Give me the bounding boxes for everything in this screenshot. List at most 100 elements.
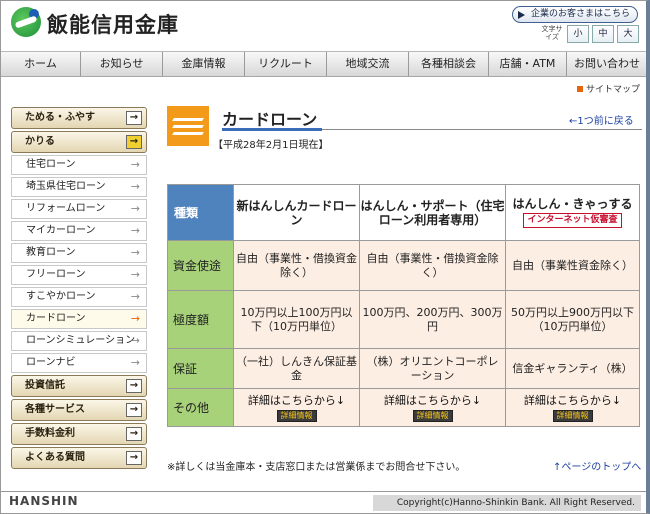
product-name: はんしん・サポート（住宅ローン利用者専用） <box>360 198 505 227</box>
bank-name[interactable]: 飯能信用金庫 <box>47 9 179 39</box>
sidebar-item-save[interactable]: ためる・ふやす → <box>11 107 147 129</box>
sidebar-item-label: 教育ローン <box>26 247 76 258</box>
detail-link-label: 詳細はこちらから <box>523 393 612 407</box>
arrow-right-icon: → <box>126 403 142 417</box>
page-top-label: ページのトップへ <box>561 462 642 473</box>
sidebar-item-label: フリーローン <box>26 269 86 280</box>
sidebar-item-fees-rates[interactable]: 手数料金利 → <box>11 423 147 445</box>
nav-consultation[interactable]: 各種相談会 <box>409 52 489 76</box>
arrow-right-icon: → <box>126 379 142 393</box>
footnote: ※詳しくは当金庫本・支店窓口または営業係までお問合せ下さい。 <box>167 462 466 473</box>
sidebar-item-loan-navi[interactable]: ローンナビ → <box>11 353 147 373</box>
detail-link[interactable]: 詳細はこちらから↓ <box>248 394 345 407</box>
font-size-small-button[interactable]: 小 <box>567 25 589 43</box>
back-link[interactable]: ←1つ前に戻る <box>569 112 634 127</box>
font-size-label: 文字サイズ <box>541 25 563 41</box>
nav-bank-info[interactable]: 金庫情報 <box>163 52 245 76</box>
font-size-large-button[interactable]: 大 <box>617 25 639 43</box>
sidebar-item-label: 埼玉県住宅ローン <box>26 181 106 192</box>
arrow-right-icon: → <box>126 111 142 125</box>
sidebar-item-label: ローンシミュレーション <box>26 335 136 346</box>
table-row: 保証 （一社）しんきん保証基金 （株）オリエントコーポレーション 信金ギャランテ… <box>167 348 640 389</box>
bank-logo-icon[interactable] <box>11 7 41 37</box>
card-stack-icon <box>167 106 209 146</box>
sidebar-item-sukoyaka-loan[interactable]: すこやかローン → <box>11 287 147 307</box>
site-header: 飯能信用金庫 企業のお客さまはこちら 文字サイズ 小 中 大 <box>1 1 646 51</box>
detail-link-label: 詳細はこちらから <box>383 393 472 407</box>
sidebar-item-saitama-housing-loan[interactable]: 埼玉県住宅ローン → <box>11 177 147 197</box>
nav-community[interactable]: 地域交流 <box>327 52 409 76</box>
sidebar-item-label: すこやかローン <box>26 291 96 302</box>
detail-link[interactable]: 詳細はこちらから↓ <box>384 394 481 407</box>
detail-info-badge[interactable]: 詳細情報 <box>552 409 593 422</box>
sidebar-item-investment-trust[interactable]: 投資信託 → <box>11 375 147 397</box>
product-header: 新はんしんカードローン <box>233 184 360 241</box>
product-header: はんしん・サポート（住宅ローン利用者専用） <box>359 184 506 241</box>
sidebar-item-label: 手数料金利 <box>25 428 75 439</box>
detail-info-badge[interactable]: 詳細情報 <box>412 409 453 422</box>
category-header: 種類 <box>167 184 234 241</box>
corporate-customers-label: 企業のお客さまはこちら <box>531 9 631 19</box>
table-cell: 詳細はこちらから↓ 詳細情報 <box>233 388 360 427</box>
sidebar-item-borrow[interactable]: かりる → <box>11 131 147 153</box>
table-header-row: 種類 新はんしんカードローン はんしん・サポート（住宅ローン利用者専用） はんし… <box>167 184 640 241</box>
sidebar-item-label: 各種サービス <box>25 404 85 415</box>
sidebar-item-label: カードローン <box>26 313 86 324</box>
sidebar-item-label: マイカーローン <box>26 225 96 236</box>
sidebar-item-reform-loan[interactable]: リフォームローン → <box>11 199 147 219</box>
arrow-right-icon: → <box>130 356 140 369</box>
sidebar-item-label: 住宅ローン <box>26 159 76 170</box>
arrow-right-icon: → <box>130 158 140 171</box>
font-size-medium-button[interactable]: 中 <box>592 25 614 43</box>
footer-logo: HANSHIN <box>9 494 79 508</box>
nav-branch-atm[interactable]: 店舗・ATM <box>489 52 567 76</box>
browser-frame: 飯能信用金庫 企業のお客さまはこちら 文字サイズ 小 中 大 ホーム お知らせ … <box>0 0 650 514</box>
sidebar-item-loan-simulation[interactable]: ローンシミュレーション → <box>11 331 147 351</box>
table-cell: （株）オリエントコーポレーション <box>359 348 506 389</box>
nav-recruit[interactable]: リクルート <box>245 52 327 76</box>
table-cell: 詳細はこちらから↓ 詳細情報 <box>359 388 506 427</box>
sidebar-item-label: かりる <box>25 136 55 147</box>
product-name: はんしん・きゃっする <box>512 197 633 211</box>
table-cell: （一社）しんきん保証基金 <box>233 348 360 389</box>
copyright: Copyright(c)Hanno-Shinkin Bank. All Righ… <box>373 495 641 511</box>
back-link-label: 1つ前に戻る <box>577 116 634 127</box>
arrow-down-icon: ↓ <box>471 393 482 407</box>
arrow-right-icon: → <box>126 427 142 441</box>
sidebar: ためる・ふやす → かりる → 住宅ローン → 埼玉県住宅ローン → リフォームローン →… <box>11 107 147 471</box>
arrow-right-icon: → <box>130 312 140 325</box>
nav-news[interactable]: お知らせ <box>81 52 163 76</box>
sitemap-link[interactable]: サイトマップ <box>577 82 640 95</box>
row-label: 極度額 <box>167 290 234 349</box>
corporate-customers-button[interactable]: 企業のお客さまはこちら <box>512 6 638 23</box>
detail-info-badge[interactable]: 詳細情報 <box>276 409 317 422</box>
detail-link[interactable]: 詳細はこちらから↓ <box>524 394 621 407</box>
arrow-right-icon: → <box>130 290 140 303</box>
table-cell: 50万円以上900万円以下（10万円単位） <box>505 290 640 349</box>
sidebar-item-label: ローンナビ <box>26 357 76 368</box>
detail-link-label: 詳細はこちらから <box>247 393 336 407</box>
arrow-right-icon: → <box>130 268 140 281</box>
product-name: 新はんしんカードローン <box>236 198 357 227</box>
internet-screening-badge[interactable]: インターネット仮審査 <box>523 213 622 228</box>
nav-contact[interactable]: お問い合わせ <box>567 52 646 76</box>
sidebar-item-card-loan[interactable]: カードローン → <box>11 309 147 329</box>
square-bullet-icon <box>577 86 583 92</box>
site-footer: HANSHIN Copyright(c)Hanno-Shinkin Bank. … <box>1 491 646 513</box>
sidebar-item-education-loan[interactable]: 教育ローン → <box>11 243 147 263</box>
table-cell: 信金ギャランティ（株） <box>505 348 640 389</box>
table-cell: 自由（事業性資金除く） <box>505 240 640 291</box>
sidebar-item-free-loan[interactable]: フリーローン → <box>11 265 147 285</box>
nav-home[interactable]: ホーム <box>1 52 81 76</box>
sidebar-item-label: よくある質問 <box>25 452 85 463</box>
sidebar-item-services[interactable]: 各種サービス → <box>11 399 147 421</box>
arrow-right-icon: → <box>130 224 140 237</box>
row-label: 保証 <box>167 348 234 389</box>
arrow-right-icon: → <box>130 334 140 347</box>
arrow-down-icon: ↓ <box>611 393 622 407</box>
sidebar-item-housing-loan[interactable]: 住宅ローン → <box>11 155 147 175</box>
page-top-link[interactable]: ↑ページのトップへ <box>553 458 641 473</box>
sidebar-item-faq[interactable]: よくある質問 → <box>11 447 147 469</box>
sidebar-item-label: リフォームローン <box>26 203 106 214</box>
sidebar-item-car-loan[interactable]: マイカーローン → <box>11 221 147 241</box>
